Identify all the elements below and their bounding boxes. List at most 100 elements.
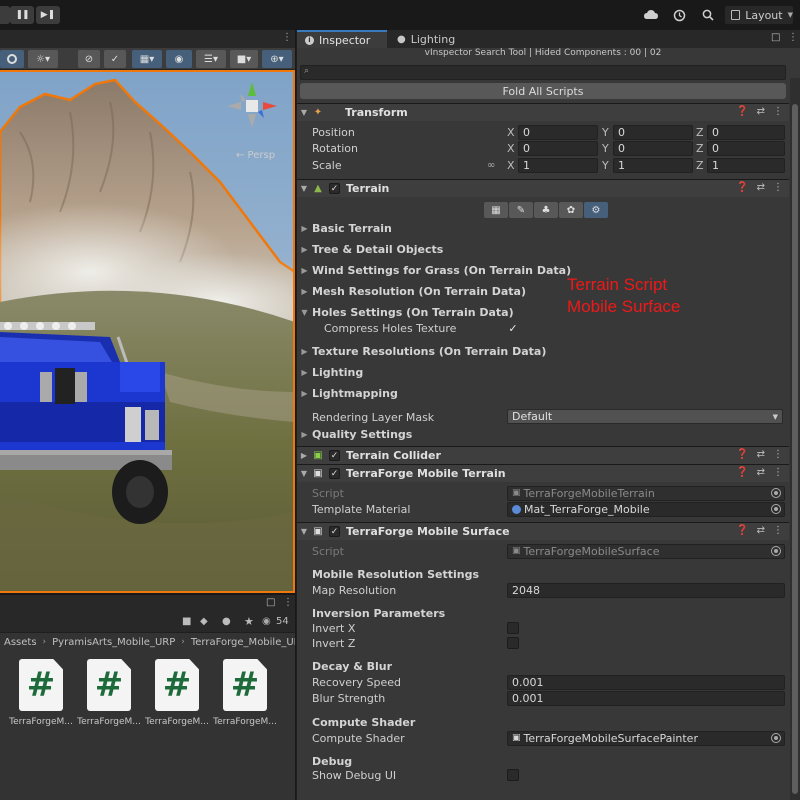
inspector-scrollbar[interactable] xyxy=(790,78,800,800)
asset-item[interactable]: # TerraForgeM... xyxy=(145,659,209,727)
fx-toggle-button[interactable]: ⊘ xyxy=(78,50,100,68)
presets-icon[interactable]: ⇄ xyxy=(757,467,765,478)
recovery-speed-field[interactable]: 0.001 xyxy=(507,674,785,690)
history-icon[interactable] xyxy=(670,6,688,24)
step-button[interactable]: ▶❚ xyxy=(36,6,60,24)
visibility-button[interactable]: ◉ xyxy=(166,50,192,68)
gizmos-button[interactable]: ⊕▾ xyxy=(262,50,292,68)
asset-item[interactable]: # TerraForgeM... xyxy=(9,659,73,727)
more-options-icon[interactable]: ⋮ xyxy=(788,32,798,43)
breadcrumb-item[interactable]: PyramisArts_Mobile_URP xyxy=(52,637,175,648)
axis-x-label[interactable]: X xyxy=(507,126,515,139)
foldout-tree-detail[interactable]: ▶ Tree & Detail Objects xyxy=(297,240,789,258)
help-icon[interactable]: ❓ xyxy=(736,525,748,536)
compute-shader-field[interactable]: ▣ TerraForgeMobileSurfacePainter xyxy=(507,730,785,746)
axis-y-label[interactable]: Y xyxy=(602,159,609,172)
terrain-header[interactable]: ▼ ▲ ✓ Terrain ❓ ⇄ ⋮ xyxy=(297,179,789,197)
scale-y-field[interactable]: 1 xyxy=(613,157,693,173)
tf-terrain-enabled-checkbox[interactable]: ✓ xyxy=(329,468,340,479)
show-debug-checkbox[interactable] xyxy=(507,769,519,781)
tf-surface-enabled-checkbox[interactable]: ✓ xyxy=(329,526,340,537)
blur-strength-field[interactable]: 0.001 xyxy=(507,690,785,706)
foldout-quality-settings[interactable]: ▶ Quality Settings xyxy=(297,425,789,443)
lock-icon[interactable]: □ xyxy=(771,32,780,43)
terrain-collider-header[interactable]: ▶ ▣ ✓ Terrain Collider ❓ ⇄ ⋮ xyxy=(297,446,789,464)
lighting-toggle-button[interactable]: ☼▾ xyxy=(28,50,58,68)
terrain-settings-button[interactable]: ⚙ xyxy=(584,202,608,218)
scrollbar-thumb[interactable] xyxy=(792,104,798,794)
component-search-input[interactable]: ⌕ xyxy=(300,65,786,80)
presets-icon[interactable]: ⇄ xyxy=(757,106,765,117)
help-icon[interactable]: ❓ xyxy=(736,106,748,117)
tag-icon[interactable]: ◆ xyxy=(200,616,208,627)
play-button[interactable] xyxy=(0,6,10,24)
foldout-lighting[interactable]: ▶ Lighting xyxy=(297,363,789,381)
snap-button[interactable]: ▦▾ xyxy=(132,50,162,68)
more-options-icon[interactable]: ⋮ xyxy=(773,182,783,193)
orbit-tool-button[interactable] xyxy=(0,50,24,68)
object-picker-icon[interactable] xyxy=(771,503,781,514)
terrain-enabled-checkbox[interactable]: ✓ xyxy=(329,183,340,194)
scene-view[interactable]: ← Persp xyxy=(0,70,295,593)
paint-trees-button[interactable]: ♣ xyxy=(534,202,558,218)
paint-details-button[interactable]: ✿ xyxy=(559,202,583,218)
layout-dropdown[interactable]: Layout ▼ xyxy=(724,5,794,25)
tf-surface-header[interactable]: ▼ ▣ ✓ TerraForge Mobile Surface ❓ ⇄ ⋮ xyxy=(297,522,789,540)
fold-all-scripts-button[interactable]: Fold All Scripts xyxy=(300,83,786,99)
tf-terrain-header[interactable]: ▼ ▣ ✓ TerraForge Mobile Terrain ❓ ⇄ ⋮ xyxy=(297,464,789,482)
invert-z-checkbox[interactable] xyxy=(507,637,519,649)
projection-label[interactable]: ← Persp xyxy=(236,150,275,161)
presets-icon[interactable]: ⇄ xyxy=(757,182,765,193)
layers-button[interactable]: ☰▾ xyxy=(196,50,226,68)
axis-z-label[interactable]: Z xyxy=(696,126,704,139)
lock-icon[interactable]: □ xyxy=(266,597,275,608)
axis-z-label[interactable]: Z xyxy=(696,159,704,172)
breadcrumb-item[interactable]: Assets xyxy=(4,637,37,648)
presets-icon[interactable]: ⇄ xyxy=(757,525,765,536)
search-icon[interactable] xyxy=(699,6,717,24)
gizmo-tool-button[interactable]: ✓ xyxy=(104,50,126,68)
position-z-field[interactable]: 0 xyxy=(707,124,785,140)
transform-header[interactable]: ▼ ✦ Transform ❓ ⇄ ⋮ xyxy=(297,103,789,121)
help-icon[interactable]: ❓ xyxy=(736,449,748,460)
tab-inspector[interactable]: i Inspector xyxy=(297,30,387,48)
favorite-icon[interactable]: ★ xyxy=(244,615,254,628)
cloud-icon[interactable] xyxy=(642,6,660,24)
compress-holes-checkbox[interactable]: ✓ xyxy=(507,322,519,335)
object-picker-icon[interactable] xyxy=(771,732,781,743)
asset-item[interactable]: # TerraForgeM... xyxy=(213,659,277,727)
template-material-field[interactable]: Mat_TerraForge_Mobile xyxy=(507,501,785,517)
pause-button[interactable]: ❚❚ xyxy=(10,6,34,24)
axis-y-label[interactable]: Y xyxy=(602,142,609,155)
rendering-layer-dropdown[interactable]: Default ▼ xyxy=(507,409,783,424)
more-options-icon[interactable]: ⋮ xyxy=(773,106,783,117)
foldout-basic-terrain[interactable]: ▶ Basic Terrain xyxy=(297,219,789,237)
position-x-field[interactable]: 0 xyxy=(518,124,598,140)
rotation-y-field[interactable]: 0 xyxy=(613,140,693,156)
asset-item[interactable]: # TerraForgeM... xyxy=(77,659,141,727)
collider-enabled-checkbox[interactable]: ✓ xyxy=(329,450,340,461)
map-resolution-field[interactable]: 2048 xyxy=(507,582,785,598)
axis-x-label[interactable]: X xyxy=(507,159,515,172)
presets-icon[interactable]: ⇄ xyxy=(757,449,765,460)
more-options-icon[interactable]: ⋮ xyxy=(283,597,293,608)
tab-lighting[interactable]: ● Lighting xyxy=(389,30,479,48)
invert-x-checkbox[interactable] xyxy=(507,622,519,634)
constrain-proportions-icon[interactable]: ∞ xyxy=(487,160,495,171)
camera-button[interactable]: ■▾ xyxy=(230,50,258,68)
axis-y-label[interactable]: Y xyxy=(602,126,609,139)
rotation-x-field[interactable]: 0 xyxy=(518,140,598,156)
label-icon[interactable]: ● xyxy=(222,616,231,627)
more-options-icon[interactable]: ⋮ xyxy=(773,449,783,460)
position-y-field[interactable]: 0 xyxy=(613,124,693,140)
create-neighbor-button[interactable]: ▦ xyxy=(484,202,508,218)
foldout-wind-settings[interactable]: ▶ Wind Settings for Grass (On Terrain Dat… xyxy=(297,261,789,279)
scale-x-field[interactable]: 1 xyxy=(518,157,598,173)
paint-terrain-button[interactable]: ✎ xyxy=(509,202,533,218)
foldout-holes-settings[interactable]: ▼ Holes Settings (On Terrain Data) xyxy=(297,303,789,321)
axis-z-label[interactable]: Z xyxy=(696,142,704,155)
create-icon[interactable]: ■ xyxy=(182,616,191,627)
axis-x-label[interactable]: X xyxy=(507,142,515,155)
rotation-z-field[interactable]: 0 xyxy=(707,140,785,156)
more-options-icon[interactable]: ⋮ xyxy=(282,32,292,43)
